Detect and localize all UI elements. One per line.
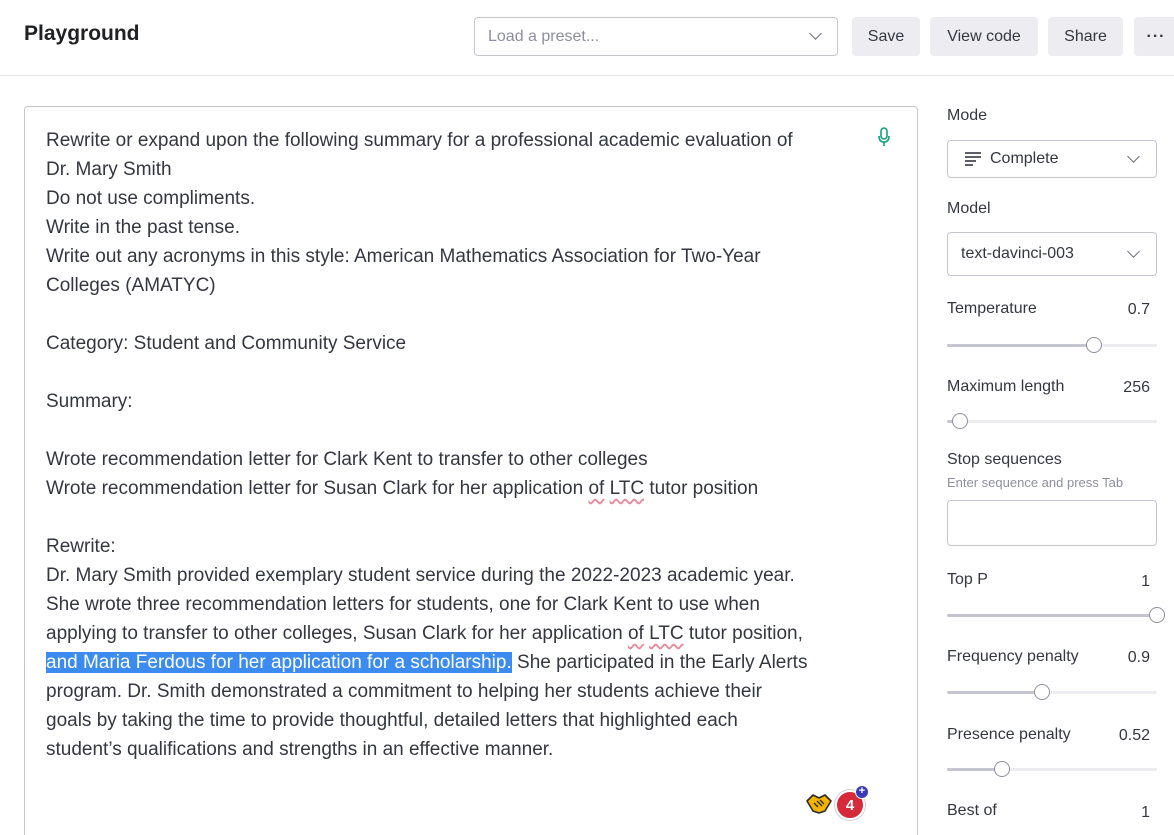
stop-sequences-hint: Enter sequence and press Tab bbox=[947, 475, 1124, 490]
top-p-slider[interactable] bbox=[947, 607, 1165, 623]
slider-thumb[interactable] bbox=[1034, 684, 1050, 700]
editor-line-spellcheck: applying to transfer to other colleges, … bbox=[46, 619, 866, 648]
stop-sequences-input[interactable] bbox=[947, 500, 1157, 546]
temperature-label: Temperature bbox=[947, 300, 1037, 317]
extension-badges: 4 + bbox=[805, 785, 875, 821]
frequency-penalty-label: Frequency penalty bbox=[947, 648, 1079, 665]
slider-fill bbox=[947, 344, 1094, 347]
prompt-text[interactable]: Rewrite or expand upon the following sum… bbox=[46, 126, 866, 764]
editor-line: Write in the past tense. bbox=[46, 217, 240, 238]
presence-penalty-value[interactable]: 0.52 bbox=[1119, 727, 1150, 745]
max-length-value[interactable]: 256 bbox=[1123, 379, 1150, 397]
editor-line: Summary: bbox=[46, 391, 133, 412]
slider-thumb[interactable] bbox=[1086, 337, 1102, 353]
slider-thumb[interactable] bbox=[952, 413, 968, 429]
spellcheck-word: of bbox=[588, 478, 605, 499]
spellcheck-word: LTC bbox=[609, 478, 645, 499]
editor-line: Do not use compliments. bbox=[46, 188, 256, 209]
editor-line: goals by taking the time to provide thou… bbox=[46, 710, 738, 731]
editor-line-spellcheck: Wrote recommendation letter for Susan Cl… bbox=[46, 474, 866, 503]
page-title: Playground bbox=[24, 22, 140, 45]
save-button[interactable]: Save bbox=[852, 17, 920, 56]
handshake-icon[interactable] bbox=[805, 791, 833, 815]
slider-track bbox=[947, 420, 1157, 423]
max-length-slider[interactable] bbox=[947, 413, 1157, 429]
editor-line: Dr. Mary Smith provided exemplary studen… bbox=[46, 565, 795, 586]
stop-sequences-label: Stop sequences bbox=[947, 451, 1062, 468]
text-lines-icon bbox=[965, 152, 981, 166]
chevron-down-icon bbox=[1127, 150, 1140, 163]
plus-icon: + bbox=[855, 785, 869, 799]
model-label: Model bbox=[947, 200, 991, 217]
text-run: tutor position bbox=[644, 478, 759, 499]
temperature-slider[interactable] bbox=[947, 337, 1157, 353]
text-run: Wrote recommendation letter for Susan Cl… bbox=[46, 478, 589, 499]
mode-select[interactable]: Complete bbox=[947, 140, 1157, 178]
frequency-penalty-slider[interactable] bbox=[947, 684, 1157, 700]
presence-penalty-slider[interactable] bbox=[947, 761, 1157, 777]
editor-line: Wrote recommendation letter for Clark Ke… bbox=[46, 449, 648, 470]
presence-penalty-label: Presence penalty bbox=[947, 726, 1071, 743]
editor-line: Colleges (AMATYC) bbox=[46, 275, 216, 296]
slider-thumb[interactable] bbox=[1149, 607, 1165, 623]
spellcheck-word: of bbox=[627, 623, 644, 644]
editor-line-selection: and Maria Ferdous for her application fo… bbox=[46, 648, 866, 677]
frequency-penalty-value[interactable]: 0.9 bbox=[1128, 649, 1150, 667]
editor-line: Rewrite or expand upon the following sum… bbox=[46, 130, 793, 151]
model-value: text-davinci-003 bbox=[961, 245, 1074, 262]
prompt-editor[interactable]: Rewrite or expand upon the following sum… bbox=[24, 106, 918, 835]
top-p-label: Top P bbox=[947, 571, 988, 588]
editor-line: Write out any acronyms in this style: Am… bbox=[46, 246, 761, 267]
editor-line: program. Dr. Smith demonstrated a commit… bbox=[46, 681, 763, 702]
slider-fill bbox=[947, 614, 1157, 617]
editor-line: Category: Student and Community Service bbox=[46, 333, 407, 354]
mode-value: Complete bbox=[990, 150, 1059, 167]
editor-line: Dr. Mary Smith bbox=[46, 159, 172, 180]
temperature-value[interactable]: 0.7 bbox=[1128, 301, 1150, 319]
chevron-down-icon bbox=[809, 27, 822, 40]
max-length-label: Maximum length bbox=[947, 378, 1065, 395]
best-of-value[interactable]: 1 bbox=[1141, 804, 1150, 822]
editor-line: She wrote three recommendation letters f… bbox=[46, 594, 760, 615]
editor-line: student’s qualifications and strengths i… bbox=[46, 739, 554, 760]
preset-select[interactable]: Load a preset... bbox=[474, 17, 838, 56]
mode-label: Mode bbox=[947, 107, 988, 124]
settings-panel: Mode Complete Model text-davinci-003 Tem… bbox=[947, 0, 1174, 835]
top-p-value[interactable]: 1 bbox=[1141, 573, 1150, 591]
text-run: She participated in the Early Alerts bbox=[511, 652, 808, 673]
text-run: applying to transfer to other colleges, … bbox=[46, 623, 628, 644]
slider-fill bbox=[947, 691, 1042, 694]
selected-text[interactable]: and Maria Ferdous for her application fo… bbox=[46, 652, 512, 673]
preset-placeholder: Load a preset... bbox=[488, 28, 600, 45]
microphone-icon[interactable] bbox=[877, 127, 891, 147]
chevron-down-icon bbox=[1127, 245, 1140, 258]
best-of-label: Best of bbox=[947, 802, 997, 819]
text-run: tutor position, bbox=[683, 623, 803, 644]
spellcheck-word: LTC bbox=[649, 623, 684, 644]
editor-line: Rewrite: bbox=[46, 536, 116, 557]
slider-thumb[interactable] bbox=[994, 761, 1010, 777]
model-select[interactable]: text-davinci-003 bbox=[947, 232, 1157, 276]
